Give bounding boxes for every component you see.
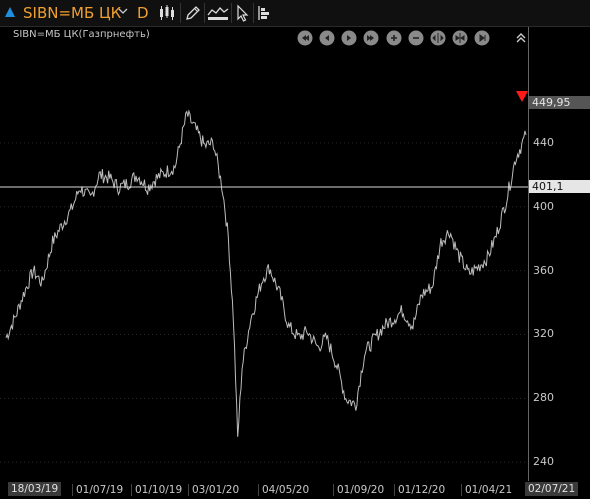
chart-settings-icon[interactable] [256, 4, 274, 22]
x-tick-label: 18/03/19 [8, 482, 62, 496]
x-tick-label: 01/12/20 [398, 484, 446, 496]
x-tick-label: 02/07/21 [525, 482, 579, 496]
x-tick-label: 01/07/19 [76, 484, 124, 496]
y-tick-label: 360 [533, 263, 554, 277]
y-tick-label: 440 [533, 135, 554, 149]
x-tick-label: 01/09/20 [337, 484, 385, 496]
price-chart[interactable] [0, 27, 590, 481]
pencil-icon[interactable] [184, 4, 202, 22]
scroll-left-icon[interactable] [319, 30, 335, 46]
scroll-right-icon[interactable] [341, 30, 357, 46]
step-end-icon[interactable] [474, 30, 490, 46]
x-tick-separator [258, 484, 259, 496]
cursor-icon[interactable] [234, 4, 252, 22]
price-line [5, 109, 527, 437]
y-tick-label: 320 [533, 327, 554, 341]
x-tick-separator [188, 484, 189, 496]
x-tick-separator [131, 484, 132, 496]
collapse-up-icon[interactable] [513, 30, 529, 46]
indicators-icon[interactable] [207, 4, 229, 22]
zoom-in-icon[interactable] [386, 30, 402, 46]
toolbar-separator [180, 3, 181, 23]
x-tick-separator [72, 484, 73, 496]
candlestick-icon[interactable] [158, 4, 176, 22]
last-price-label: 449,95 [529, 96, 590, 109]
x-tick-separator [333, 484, 334, 496]
x-tick-label: 04/05/20 [262, 484, 310, 496]
toolbar-separator [231, 3, 232, 23]
last-price-marker [516, 91, 528, 102]
scroll-end-icon[interactable] [363, 30, 379, 46]
compress-icon[interactable] [452, 30, 468, 46]
toolbar-separator [253, 3, 254, 23]
y-tick-label: 400 [533, 199, 554, 213]
y-tick-label: 280 [533, 391, 554, 405]
chevron-down-icon[interactable] [118, 6, 128, 16]
toolbar-separator [204, 3, 205, 23]
period-selector[interactable]: D [137, 4, 149, 22]
chart-toolbar: SIBN=МБ ЦК D [0, 0, 590, 27]
y-tick-label: 240 [533, 455, 554, 469]
price-series [5, 109, 527, 437]
chart-legend: SIBN=МБ ЦК(Газпрнефть) [13, 29, 150, 40]
x-tick-label: 01/10/19 [135, 484, 183, 496]
symbol-selector[interactable]: SIBN=МБ ЦК [23, 4, 121, 22]
instrument-indicator-icon [5, 7, 15, 17]
zoom-out-icon[interactable] [408, 30, 424, 46]
x-tick-label: 03/01/20 [192, 484, 240, 496]
scroll-start-icon[interactable] [297, 30, 313, 46]
fit-width-icon[interactable] [430, 30, 446, 46]
x-tick-separator [461, 484, 462, 496]
x-tick-label: 01/04/21 [465, 484, 513, 496]
x-tick-separator [394, 484, 395, 496]
crosshair-price-label: 401,1 [529, 180, 590, 193]
